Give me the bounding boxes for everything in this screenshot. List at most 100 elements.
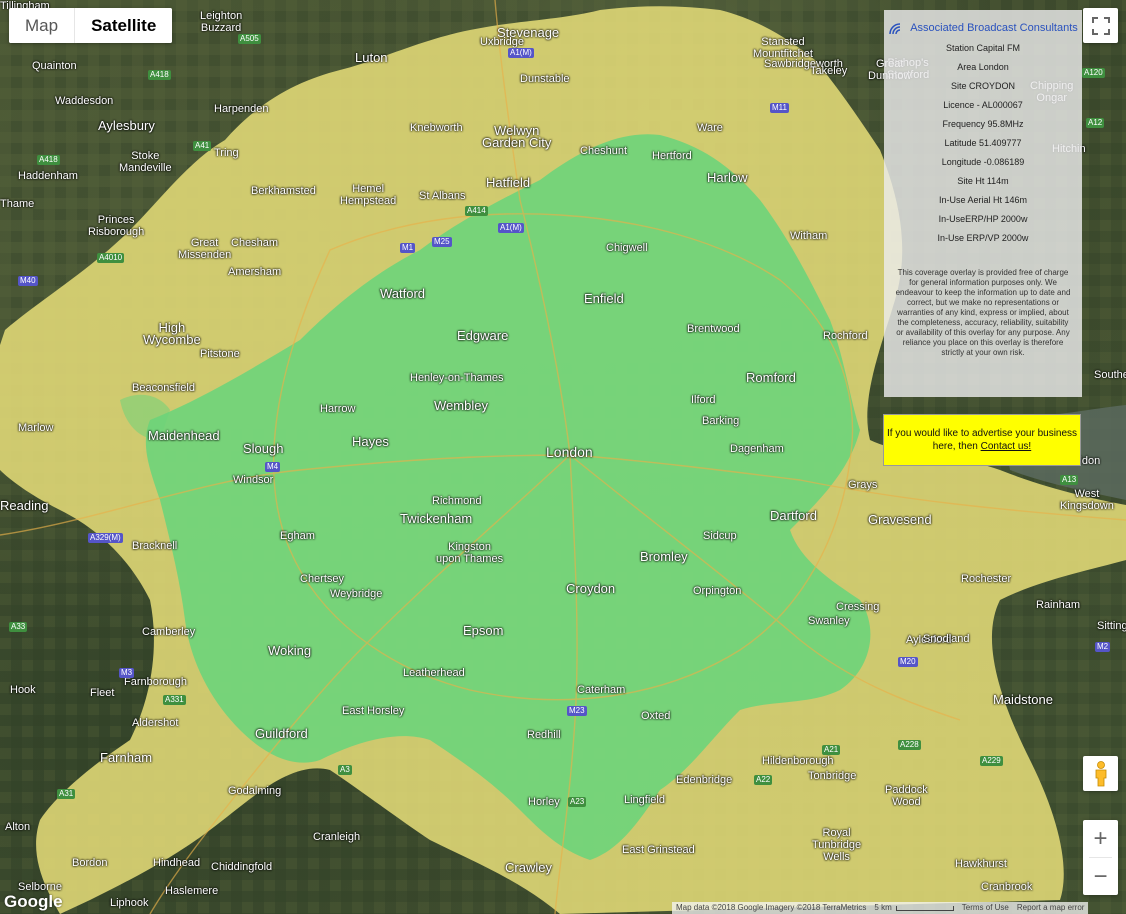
road-shield: A120 bbox=[1082, 68, 1105, 78]
place-label: Pitstone bbox=[200, 348, 240, 360]
place-label: Rochford bbox=[823, 330, 868, 342]
place-label: Welwyn Garden City bbox=[482, 123, 552, 150]
place-label: Haslemere bbox=[165, 885, 219, 897]
google-logo: Google bbox=[4, 892, 63, 911]
place-label: Chesham bbox=[231, 237, 279, 249]
place-label: Maidenhead bbox=[148, 428, 220, 443]
place-label: Kingston upon Thames bbox=[436, 541, 504, 565]
road-shield: M20 bbox=[898, 657, 918, 667]
broadcast-logo-icon bbox=[889, 23, 901, 35]
road-shield: A228 bbox=[898, 740, 921, 750]
place-label: Hatfield bbox=[486, 175, 531, 190]
place-label: Hildenborough bbox=[762, 755, 834, 767]
place-label: Reading bbox=[0, 498, 49, 513]
place-label: East Grinstead bbox=[622, 844, 695, 856]
map-type-map-button[interactable]: Map bbox=[9, 8, 75, 43]
place-label: East Horsley bbox=[342, 705, 405, 717]
road-shield: M2 bbox=[1095, 642, 1111, 652]
place-label: Waddesdon bbox=[55, 95, 114, 107]
road-shield: A331 bbox=[163, 695, 186, 705]
place-label: Aldershot bbox=[132, 717, 179, 729]
disclaimer-text: This coverage overlay is provided free o… bbox=[895, 268, 1071, 357]
fullscreen-icon bbox=[1091, 16, 1110, 35]
place-label: Weybridge bbox=[330, 588, 383, 600]
place-label: West Kingsdown bbox=[1060, 488, 1114, 512]
road-shield: M25 bbox=[432, 237, 452, 247]
street-view-pegman[interactable] bbox=[1083, 756, 1118, 791]
place-label: Uxbridge bbox=[480, 36, 525, 48]
place-label: Henley-on-Thames bbox=[410, 372, 504, 384]
place-label: Twickenham bbox=[400, 511, 473, 526]
place-label: Maidstone bbox=[993, 692, 1053, 707]
place-label: Harpenden bbox=[214, 103, 269, 115]
place-label: Bordon bbox=[72, 857, 108, 869]
station-details: Station Capital FM Area London Site CROYDO… bbox=[884, 43, 1082, 244]
place-label: Crawley bbox=[505, 860, 552, 875]
place-label: Paddock Wood bbox=[885, 784, 928, 808]
station-detail-line: In-Use ERP/VP 2000w bbox=[937, 233, 1029, 243]
place-label: Watford bbox=[380, 286, 426, 301]
place-label: Hawkhurst bbox=[955, 858, 1007, 870]
place-label: Beaconsfield bbox=[132, 382, 195, 394]
place-label: Chigwell bbox=[606, 242, 648, 254]
scale-label: 5 km bbox=[874, 903, 892, 912]
place-label: Barking bbox=[702, 415, 740, 427]
abc-logo: Associated Broadcast Consultants bbox=[884, 21, 1082, 35]
place-label: Farnham bbox=[100, 750, 153, 765]
place-label: Tring bbox=[214, 147, 239, 159]
station-detail-line: Licence - AL000067 bbox=[943, 100, 1023, 110]
road-shield: A22 bbox=[754, 775, 773, 785]
station-detail-line: Frequency 95.8MHz bbox=[942, 119, 1024, 129]
place-label: Leighton Buzzard bbox=[200, 10, 243, 34]
place-label: Oxted bbox=[641, 710, 671, 722]
road-shield: A21 bbox=[822, 745, 841, 755]
scale-bar[interactable]: 5 km bbox=[870, 902, 958, 914]
map-attribution: Map data ©2018 Google Imagery ©2018 Terr… bbox=[672, 902, 1089, 914]
advertise-box: If you would like to advertise your busi… bbox=[883, 414, 1081, 466]
place-label: Haddenham bbox=[18, 170, 78, 182]
place-label: London bbox=[546, 444, 593, 460]
place-label: Snodland bbox=[923, 633, 970, 645]
place-label: Sidcup bbox=[703, 530, 737, 542]
station-detail-line: Longitude -0.086189 bbox=[941, 157, 1025, 167]
place-label: Caterham bbox=[577, 684, 626, 696]
fullscreen-button[interactable] bbox=[1083, 8, 1118, 43]
map-data-credit: Map data ©2018 Google Imagery ©2018 Terr… bbox=[672, 902, 871, 914]
report-error-link[interactable]: Report a map error bbox=[1012, 902, 1089, 914]
place-label: Bromley bbox=[640, 549, 688, 564]
road-shield: M3 bbox=[119, 668, 135, 678]
place-label: Windsor bbox=[233, 474, 274, 486]
place-label: Edgware bbox=[457, 328, 509, 343]
terms-link[interactable]: Terms of Use bbox=[957, 902, 1013, 914]
place-label: Tonbridge bbox=[808, 770, 857, 782]
pegman-icon bbox=[1095, 760, 1106, 786]
road-shield: A41 bbox=[193, 141, 212, 151]
road-shield: A33 bbox=[9, 622, 28, 632]
road-shield: A13 bbox=[1060, 475, 1079, 485]
zoom-in-button[interactable]: + bbox=[1083, 820, 1118, 857]
place-label: Egham bbox=[280, 530, 315, 542]
station-info-panel: Associated Broadcast Consultants Station… bbox=[884, 10, 1082, 397]
map-type-satellite-button[interactable]: Satellite bbox=[75, 8, 173, 43]
place-label: Princes Risborough bbox=[88, 214, 145, 238]
zoom-out-button[interactable]: − bbox=[1083, 858, 1118, 895]
place-label: Stansted Mountfitchet bbox=[753, 36, 813, 60]
place-label: Cheshunt bbox=[580, 145, 628, 157]
road-shield: A418 bbox=[37, 155, 60, 165]
place-label: Alton bbox=[5, 821, 31, 833]
road-shield: M11 bbox=[770, 103, 789, 113]
road-shield: A1(M) bbox=[508, 48, 534, 58]
place-label: Edenbridge bbox=[676, 774, 733, 786]
place-label: Orpington bbox=[693, 585, 742, 597]
place-label: Dartford bbox=[770, 508, 817, 523]
contact-us-link[interactable]: Contact us! bbox=[981, 441, 1032, 452]
place-label: Ilford bbox=[691, 394, 716, 406]
place-label: Berkhamsted bbox=[251, 185, 316, 197]
place-label: Rainham bbox=[1036, 599, 1081, 611]
place-label: Dagenham bbox=[730, 443, 784, 455]
road-shield: A414 bbox=[465, 206, 488, 216]
place-label: Aylesbury bbox=[98, 118, 155, 133]
place-label: Ware bbox=[697, 122, 723, 134]
place-label: High Wycombe bbox=[143, 320, 201, 347]
place-label: Guildford bbox=[255, 726, 308, 741]
